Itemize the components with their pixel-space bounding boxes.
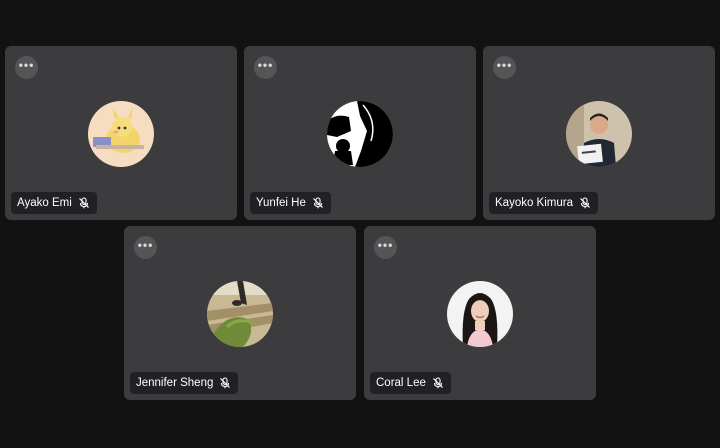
mic-off-icon (220, 377, 231, 389)
more-options-button[interactable]: ••• (493, 56, 516, 79)
participant-tile[interactable]: ••• Ayako Emi (5, 46, 237, 220)
avatar (327, 101, 393, 167)
participant-name: Yunfei He (256, 197, 306, 209)
avatar (207, 281, 273, 347)
nameplate: Yunfei He (250, 192, 331, 214)
participant-name: Jennifer Sheng (136, 377, 214, 389)
participant-name: Ayako Emi (17, 197, 72, 209)
participant-name: Coral Lee (376, 377, 426, 389)
more-options-button[interactable]: ••• (15, 56, 38, 79)
participant-name: Kayoko Kimura (495, 197, 573, 209)
mic-off-icon (78, 197, 89, 209)
more-options-button[interactable]: ••• (254, 56, 277, 79)
participant-tile[interactable]: ••• Coral Lee (364, 226, 596, 400)
more-options-button[interactable]: ••• (134, 236, 157, 259)
participant-tile[interactable]: ••• Kayoko Kimura (483, 46, 715, 220)
nameplate: Jennifer Sheng (130, 372, 239, 394)
avatar (566, 101, 632, 167)
nameplate: Coral Lee (370, 372, 451, 394)
avatar (88, 101, 154, 167)
mic-off-icon (432, 377, 443, 389)
participant-tile[interactable]: ••• Yunfei He (244, 46, 476, 220)
participant-tile[interactable]: ••• Jennifer Sheng (124, 226, 356, 400)
nameplate: Ayako Emi (11, 192, 97, 214)
nameplate: Kayoko Kimura (489, 192, 598, 214)
avatar (447, 281, 513, 347)
more-options-button[interactable]: ••• (374, 236, 397, 259)
mic-off-icon (580, 197, 590, 209)
mic-off-icon (312, 197, 323, 209)
